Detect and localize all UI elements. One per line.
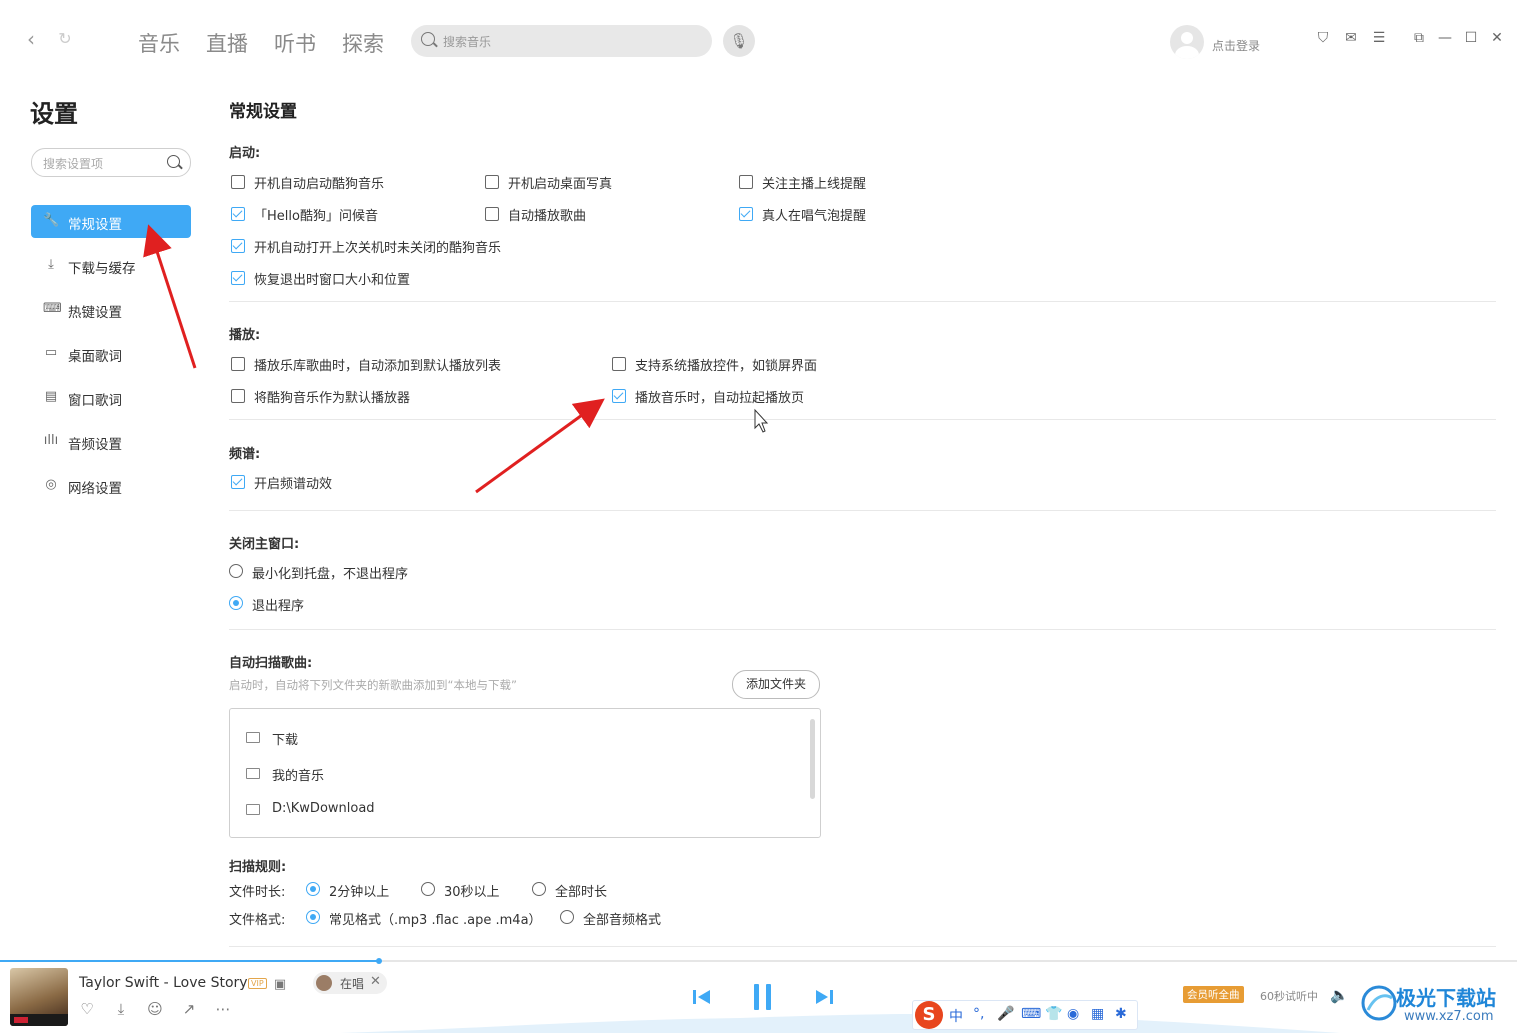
settings-icon[interactable]: ✱ — [1115, 1006, 1127, 1022]
download-icon[interactable]: ⤓ — [112, 1000, 130, 1018]
sogou-logo-icon: S — [915, 1001, 943, 1029]
heart-icon[interactable]: ♡ — [78, 1000, 96, 1018]
watermark-logo: 极光下载站 www.xz7.com — [1360, 978, 1510, 1033]
comment-icon[interactable]: ☺ — [146, 1000, 164, 1018]
prev-icon[interactable] — [692, 988, 712, 1006]
avatar — [316, 975, 332, 991]
share-icon[interactable]: ↗ — [180, 1000, 198, 1018]
song-title[interactable]: Taylor Swift - Love Story — [79, 975, 248, 991]
more-icon[interactable]: ⋯ — [214, 1000, 232, 1018]
close-icon[interactable]: ✕ — [370, 974, 381, 989]
spectrum-wave — [340, 1013, 1340, 1033]
ime-toolbar[interactable]: S 中 °, 🎤 ⌨ 👕 ◉ ▦ ✱ — [912, 1000, 1138, 1030]
arrow-to-open-play-page — [475, 398, 605, 494]
next-icon[interactable] — [814, 988, 834, 1006]
singing-label: 在唱 — [340, 977, 365, 991]
robot-icon[interactable]: ◉ — [1067, 1006, 1079, 1022]
skin-icon[interactable]: 👕 — [1045, 1006, 1062, 1022]
progress-fill — [0, 960, 379, 962]
keyboard-icon[interactable]: ⌨ — [1021, 1006, 1041, 1022]
mouse-cursor-icon — [754, 408, 769, 433]
volume-icon[interactable]: 🔈 — [1330, 986, 1349, 1004]
vip-badge: VIP — [248, 978, 267, 989]
album-cover[interactable] — [10, 968, 68, 1026]
watermark-url: www.xz7.com — [1404, 1009, 1494, 1024]
trial-text: 60秒试听中 — [1260, 990, 1318, 1003]
progress-handle[interactable] — [376, 958, 382, 964]
pause-icon[interactable] — [750, 982, 776, 1012]
mic-icon[interactable]: 🎤 — [997, 1006, 1014, 1022]
player-bar: Taylor Swift - Love Story VIP ▣ 在唱 ✕ ♡ ⤓… — [0, 958, 1517, 1033]
watermark-title: 极光下载站 — [1396, 986, 1496, 1010]
punctuation-icon[interactable]: °, — [973, 1006, 984, 1022]
arrow-to-general-settings — [143, 224, 197, 369]
singing-tag[interactable]: 在唱 ✕ — [313, 972, 387, 994]
ime-lang[interactable]: 中 — [949, 1006, 963, 1026]
watermark-icon — [1361, 985, 1397, 1021]
annotation-arrows — [143, 224, 769, 494]
apps-icon[interactable]: ▦ — [1091, 1006, 1104, 1022]
mv-icon[interactable]: ▣ — [271, 976, 289, 994]
member-badge[interactable]: 会员听全曲 — [1183, 986, 1244, 1003]
